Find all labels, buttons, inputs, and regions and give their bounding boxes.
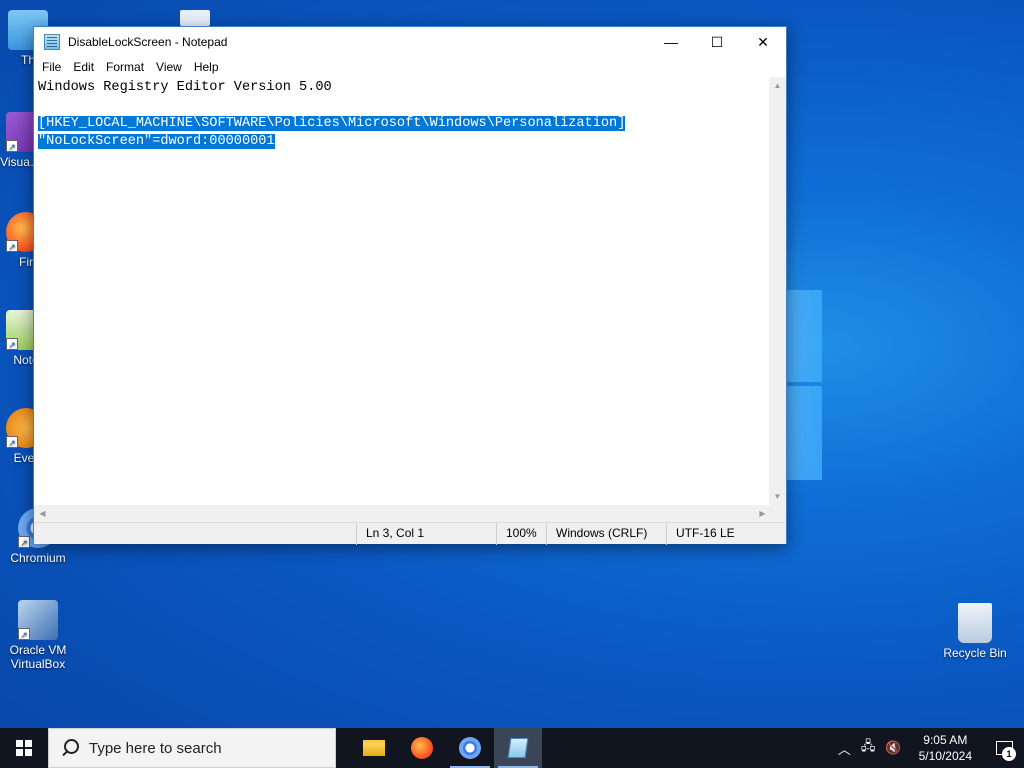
taskbar-notepad[interactable] (494, 728, 542, 768)
notepad-icon (44, 34, 60, 50)
scroll-left-icon[interactable]: ◀ (34, 505, 51, 522)
taskbar: Type here to search ︿ 🖧 🔇 9:05 AM 5/10/2… (0, 728, 1024, 768)
desktop-icon-virtualbox[interactable]: ↗ Oracle VM VirtualBox (0, 600, 76, 671)
notepad-icon (507, 738, 529, 758)
editor-line-1: Windows Registry Editor Version 5.00 (38, 80, 332, 95)
notification-count-badge: 1 (1002, 747, 1016, 761)
taskbar-file-explorer[interactable] (350, 728, 398, 768)
desktop-icon-recycle-bin[interactable]: Recycle Bin (937, 603, 1013, 660)
minimize-button[interactable]: — (648, 27, 694, 57)
desktop-icon-label: Chromium (10, 551, 66, 565)
show-hidden-icons-chevron-icon[interactable]: ︿ (833, 739, 856, 758)
status-zoom: 100% (496, 523, 546, 545)
search-icon (61, 739, 79, 757)
taskbar-chromium[interactable] (446, 728, 494, 768)
menu-file[interactable]: File (36, 60, 67, 74)
menu-view[interactable]: View (150, 60, 188, 74)
horizontal-scrollbar[interactable]: ◀ ▶ (34, 505, 771, 522)
maximize-button[interactable]: ☐ (694, 27, 740, 57)
clock[interactable]: 9:05 AM 5/10/2024 (907, 732, 984, 764)
file-explorer-icon (363, 740, 385, 756)
system-tray: ︿ 🖧 🔇 9:05 AM 5/10/2024 1 (833, 728, 1024, 768)
status-cursor-position: Ln 3, Col 1 (356, 523, 496, 545)
editor-line-2 (38, 97, 767, 115)
window-title: DisableLockScreen - Notepad (68, 35, 228, 49)
selected-registry-value: "NoLockScreen"=dword:00000001 (38, 134, 275, 149)
menu-bar: File Edit Format View Help (34, 57, 786, 77)
notepad-window[interactable]: DisableLockScreen - Notepad — ☐ ✕ File E… (33, 26, 787, 545)
virtualbox-icon: ↗ (18, 600, 58, 640)
desktop-icon-label: Oracle VM VirtualBox (9, 643, 67, 671)
menu-format[interactable]: Format (100, 60, 150, 74)
desktop-icon-document-partial[interactable] (180, 10, 210, 26)
clock-time: 9:05 AM (923, 733, 968, 747)
scroll-up-icon[interactable]: ▲ (769, 77, 786, 94)
menu-help[interactable]: Help (188, 60, 225, 74)
close-button[interactable]: ✕ (740, 27, 786, 57)
menu-edit[interactable]: Edit (67, 60, 100, 74)
selected-registry-key: [HKEY_LOCAL_MACHINE\SOFTWARE\Policies\Mi… (38, 116, 626, 131)
search-placeholder: Type here to search (89, 739, 222, 757)
desktop-icon-label: Recycle Bin (943, 646, 1007, 660)
status-line-ending: Windows (CRLF) (546, 523, 666, 545)
start-button[interactable] (0, 728, 48, 768)
status-encoding: UTF-16 LE (666, 523, 784, 545)
scroll-down-icon[interactable]: ▼ (769, 488, 786, 505)
title-bar[interactable]: DisableLockScreen - Notepad — ☐ ✕ (34, 27, 786, 57)
chromium-icon (459, 737, 481, 759)
network-icon[interactable]: 🖧 (856, 737, 881, 759)
taskbar-firefox[interactable] (398, 728, 446, 768)
vertical-scrollbar[interactable]: ▲ ▼ (769, 77, 786, 505)
action-center-button[interactable]: 1 (984, 728, 1024, 768)
scrollbar-corner (769, 505, 786, 522)
clock-date: 5/10/2024 (918, 749, 972, 763)
volume-muted-icon[interactable]: 🔇 (880, 740, 906, 756)
status-bar: Ln 3, Col 1 100% Windows (CRLF) UTF-16 L… (34, 522, 786, 545)
search-box[interactable]: Type here to search (48, 728, 336, 768)
text-editor[interactable]: Windows Registry Editor Version 5.00 [HK… (34, 77, 771, 505)
windows-logo-icon (16, 740, 32, 756)
firefox-icon (411, 737, 433, 759)
recycle-bin-icon (958, 603, 992, 643)
